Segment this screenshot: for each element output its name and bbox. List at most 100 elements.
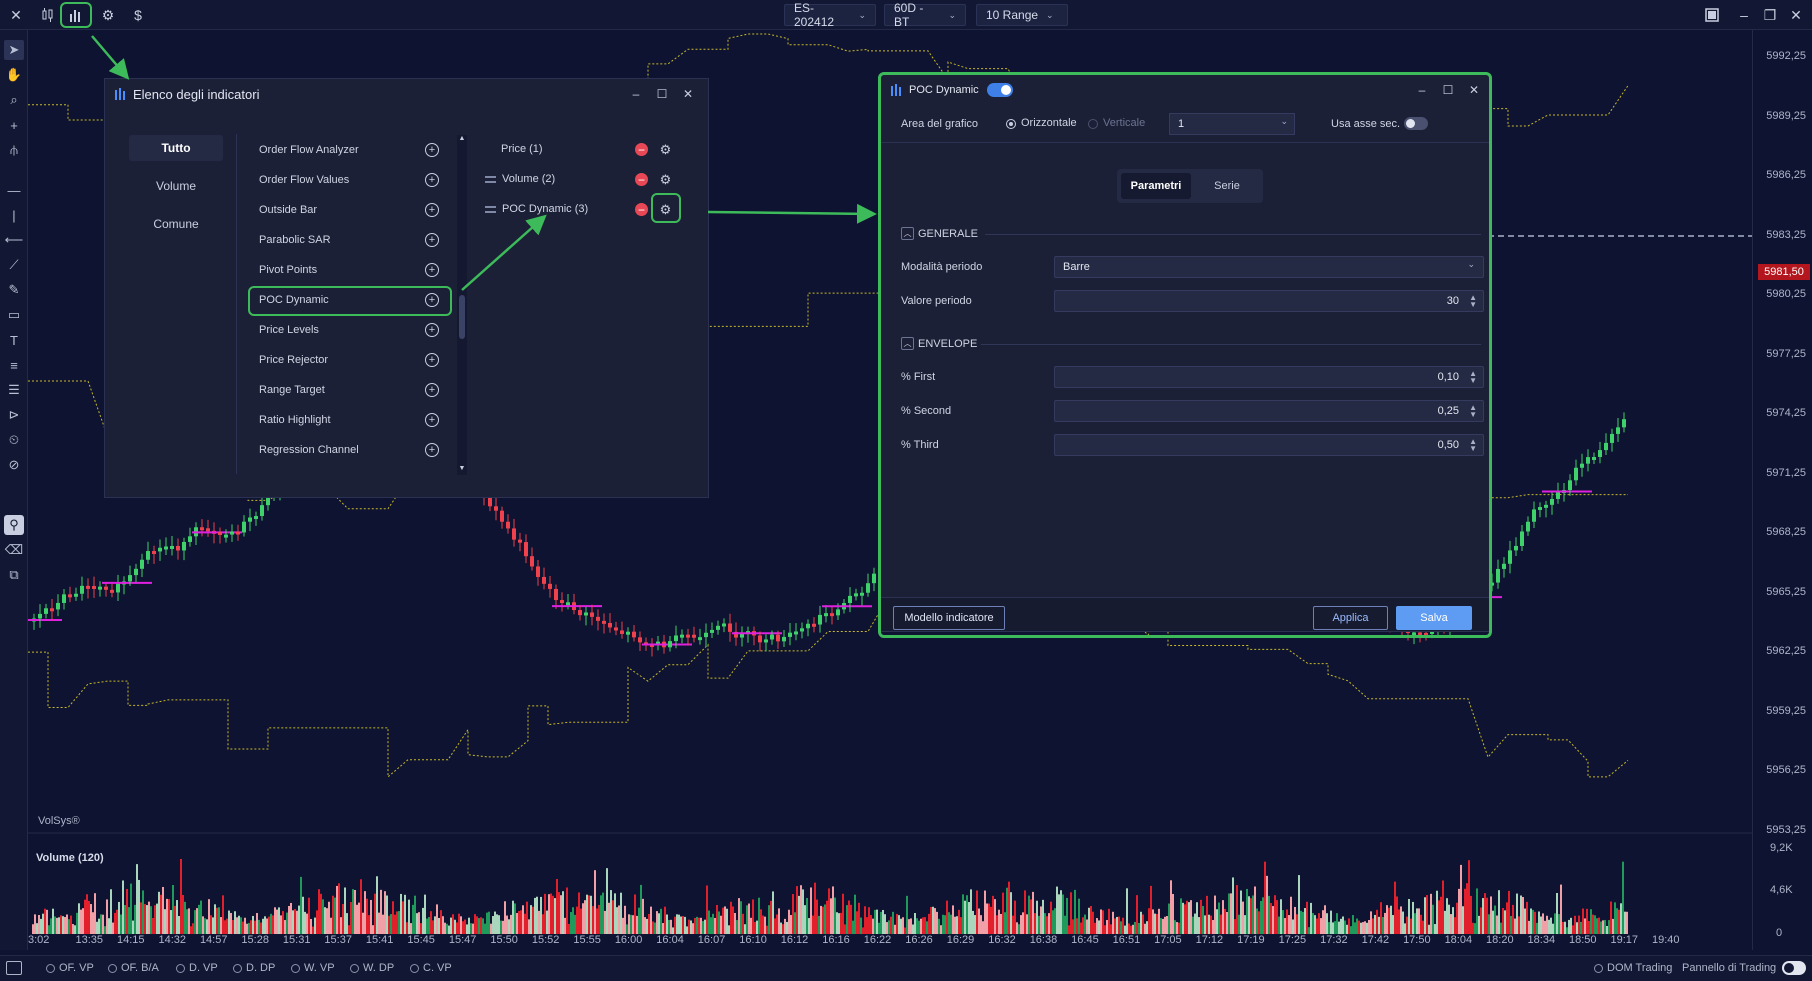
indicator-item-poc-dynamic[interactable]: POC Dynamic [259, 289, 439, 311]
add-indicator-icon[interactable]: + [425, 293, 439, 307]
drag-handle-icon[interactable] [485, 205, 496, 213]
indicator-item[interactable]: Regression Channel [259, 439, 439, 461]
maximize-icon[interactable]: ☐ [655, 87, 669, 101]
bottom-item[interactable]: W. VP [291, 962, 335, 974]
bottom-item[interactable]: D. VP [176, 962, 218, 974]
ray-icon[interactable]: ⟵ [4, 230, 24, 250]
add-indicator-icon[interactable]: + [425, 173, 439, 187]
remove-indicator-icon[interactable]: − [635, 143, 648, 156]
spinner-icon[interactable]: ▲ ▼ [1469, 294, 1477, 309]
lock-draw-icon[interactable]: ⚲ [4, 515, 24, 535]
gear-icon[interactable]: ⚙ [658, 202, 673, 217]
second-input[interactable]: 0,25 ▲ ▼ [1054, 400, 1484, 422]
spinner-icon[interactable]: ▲ ▼ [1469, 404, 1477, 419]
add-indicator-icon[interactable]: + [425, 323, 439, 337]
trend-line-icon[interactable]: ⟋ [4, 255, 24, 275]
eraser-icon[interactable]: ⌫ [4, 540, 24, 560]
indicator-item[interactable]: Price Rejector [259, 349, 439, 371]
section-envelope[interactable]: ︿ ENVELOPE [901, 337, 977, 350]
alert-icon[interactable]: ⏲ [4, 430, 24, 450]
vertical-line-icon[interactable]: | [4, 205, 24, 225]
rectangle-icon[interactable]: ▭ [4, 305, 24, 325]
price-axis[interactable]: 5992,25 5989,25 5986,25 5983,25 5980,25 5977,… [1752, 30, 1812, 950]
minimize-icon[interactable]: – [629, 87, 643, 101]
collapse-icon[interactable]: ︿ [901, 337, 914, 350]
scroll-up-icon[interactable]: ▲ [457, 135, 467, 145]
gear-icon[interactable]: ⚙ [658, 142, 673, 157]
dom-trading[interactable]: DOM Trading [1594, 962, 1672, 974]
template-button[interactable]: Modello indicatore [893, 606, 1005, 630]
bottom-item[interactable]: C. VP [410, 962, 452, 974]
spinner-icon[interactable]: ▲ ▼ [1469, 370, 1477, 385]
levels-icon[interactable]: ☰ [4, 380, 24, 400]
minimize-icon[interactable]: – [1415, 83, 1429, 97]
category-all[interactable]: Tutto [129, 135, 223, 161]
close-icon[interactable]: ✕ [681, 87, 695, 101]
trading-panel[interactable]: Pannello di Trading [1682, 962, 1776, 974]
category-volume[interactable]: Volume [129, 173, 223, 199]
indicator-item[interactable]: Ratio Highlight [259, 409, 439, 431]
measure-icon[interactable]: ⊘ [4, 455, 24, 475]
remove-indicator-icon[interactable]: − [635, 203, 648, 216]
list-scrollbar[interactable]: ▲ ▼ [457, 135, 467, 475]
hand-icon[interactable]: ✋ [4, 65, 24, 85]
dialog-titlebar[interactable]: POC Dynamic [881, 75, 1489, 105]
indicator-item[interactable]: Range Target [259, 379, 439, 401]
horizontal-line-icon[interactable]: — [4, 180, 24, 200]
section-general[interactable]: ︿ GENERALE [901, 227, 978, 240]
magnet-icon[interactable]: ⫛ [4, 140, 24, 160]
dialog-titlebar[interactable]: Elenco degli indicatori [105, 79, 708, 109]
layout-icon[interactable] [1702, 5, 1722, 25]
horizontal-radio[interactable] [1006, 119, 1016, 129]
save-button[interactable]: Salva [1396, 606, 1472, 630]
symbol-dropdown[interactable]: ES-202412 ⌄ [784, 1, 876, 29]
period-value-input[interactable]: 30 ▲ ▼ [1054, 290, 1484, 312]
maximize-icon[interactable]: ☐ [1441, 83, 1455, 97]
window-close-icon[interactable]: ✕ [1786, 5, 1806, 25]
scroll-thumb[interactable] [459, 295, 465, 339]
add-indicator-icon[interactable]: + [425, 233, 439, 247]
bottom-item[interactable]: W. DP [350, 962, 394, 974]
add-indicator-icon[interactable]: + [425, 413, 439, 427]
minimize-icon[interactable]: – [1734, 5, 1754, 25]
indicator-item[interactable]: Pivot Points [259, 259, 439, 281]
spinner-icon[interactable]: ▲ ▼ [1469, 438, 1477, 453]
secondary-axis-toggle[interactable] [1404, 117, 1428, 130]
bottom-item[interactable]: OF. VP [46, 962, 94, 974]
drag-handle-icon[interactable] [485, 175, 496, 183]
indicator-item[interactable]: Order Flow Analyzer [259, 139, 439, 161]
enable-toggle[interactable] [986, 83, 1013, 97]
close-icon[interactable]: ✕ [6, 5, 26, 25]
currency-icon[interactable]: $ [128, 5, 148, 25]
collapse-icon[interactable]: ︿ [901, 227, 914, 240]
scroll-down-icon[interactable]: ▼ [457, 465, 467, 475]
indicator-item[interactable]: Price Levels [259, 319, 439, 341]
remove-indicator-icon[interactable]: − [635, 173, 648, 186]
chart-type-icon[interactable] [38, 5, 58, 25]
add-indicator-icon[interactable]: + [425, 203, 439, 217]
apply-button[interactable]: Applica [1313, 606, 1388, 630]
text-icon[interactable]: T [4, 330, 24, 350]
bottom-item[interactable]: D. DP [233, 962, 275, 974]
zoom-icon[interactable]: ⌕ [4, 90, 24, 110]
add-indicator-icon[interactable]: + [425, 383, 439, 397]
bottom-item[interactable]: OF. B/A [108, 962, 159, 974]
tab-series[interactable]: Serie [1195, 173, 1259, 199]
gear-icon[interactable]: ⚙ [658, 172, 673, 187]
period-mode-select[interactable]: Barre ⌄ [1054, 256, 1484, 278]
area-select[interactable]: 1 ⌄ [1169, 113, 1295, 135]
indicator-item[interactable]: Order Flow Values [259, 169, 439, 191]
indicator-item[interactable]: Outside Bar [259, 199, 439, 221]
timeframe-dropdown[interactable]: 60D - BT ⌄ [884, 1, 966, 29]
add-indicator-icon[interactable]: + [425, 443, 439, 457]
category-common[interactable]: Comune [129, 211, 223, 237]
vertical-radio[interactable] [1088, 119, 1098, 129]
settings-icon[interactable]: ⚙ [98, 5, 118, 25]
third-input[interactable]: 0,50 ▲ ▼ [1054, 434, 1484, 456]
brush-icon[interactable]: ⊳ [4, 405, 24, 425]
cursor-icon[interactable]: ➤ [4, 40, 24, 60]
tab-parameters[interactable]: Parametri [1121, 173, 1191, 199]
fibonacci-icon[interactable]: ≡ [4, 355, 24, 375]
crosshair-icon[interactable]: + [4, 115, 24, 135]
trading-panel-toggle[interactable] [1782, 961, 1806, 975]
